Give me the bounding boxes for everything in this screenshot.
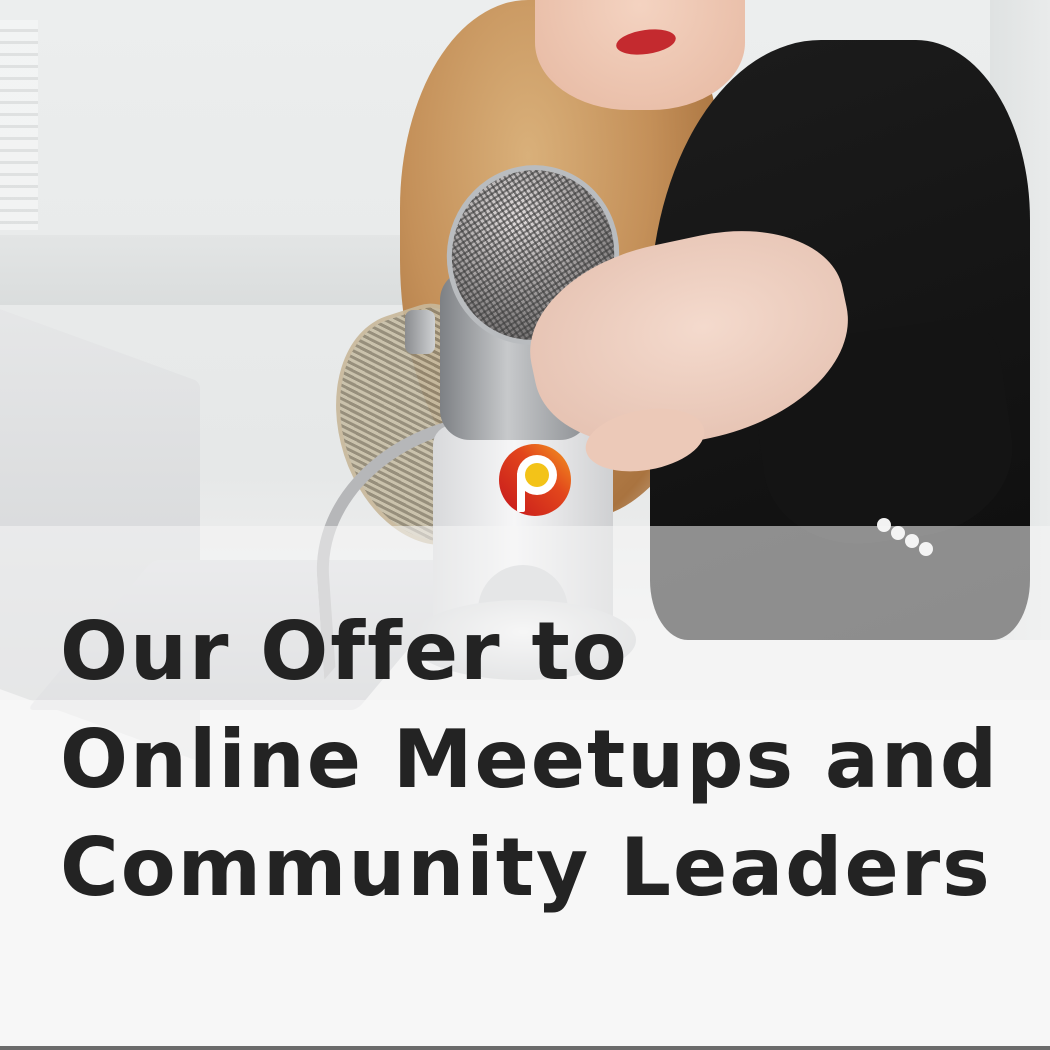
headline-line: Online Meetups and [60, 713, 1000, 806]
p-circle-logo-icon [499, 444, 571, 516]
window-blinds [0, 20, 38, 230]
bottom-border [0, 1046, 1050, 1050]
headline: Our Offer to Online Meetups and Communit… [60, 598, 1040, 922]
microphone-knob [405, 310, 435, 354]
headline-line: Community Leaders [60, 821, 992, 914]
wall-shelf [0, 235, 430, 305]
headline-line: Our Offer to [60, 605, 629, 698]
hero-image: Our Offer to Online Meetups and Communit… [0, 0, 1050, 1050]
